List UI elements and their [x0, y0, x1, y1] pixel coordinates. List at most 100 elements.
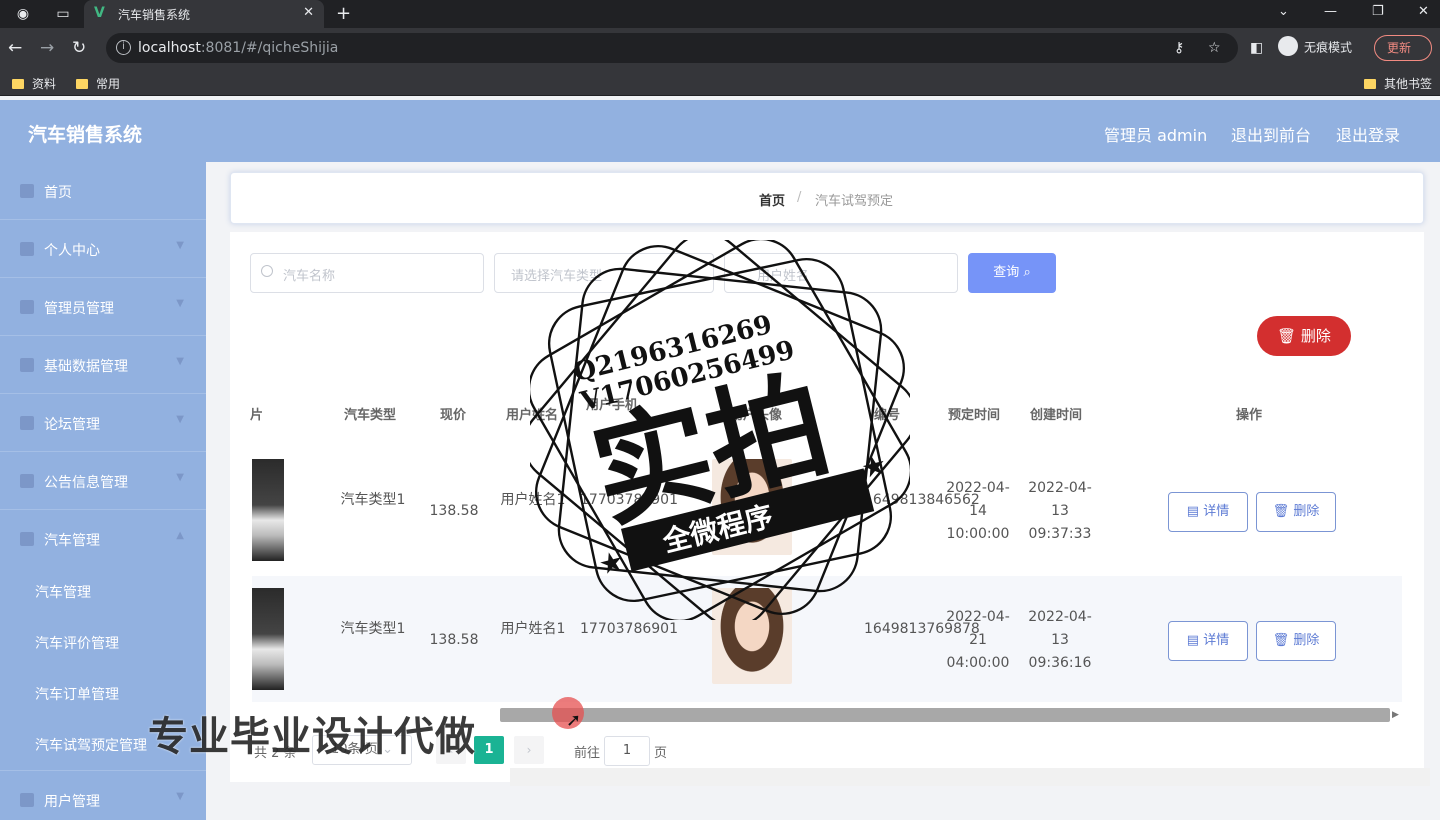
database-icon: [20, 358, 34, 372]
row-delete-label: 删除: [1293, 504, 1320, 519]
sidebar-item-profile[interactable]: 个人中心 ▼: [0, 220, 206, 278]
back-icon[interactable]: ←: [8, 38, 22, 58]
reload-icon[interactable]: ↻: [72, 38, 86, 58]
new-tab-icon[interactable]: +: [336, 3, 351, 24]
batch-delete-button[interactable]: 🗑 删除: [1257, 316, 1351, 356]
logout-link[interactable]: 退出登录: [1336, 122, 1400, 146]
col-header-price: 现价: [440, 408, 467, 423]
col-header-reserve-time: 预定时间: [948, 408, 1001, 423]
scroll-right-icon[interactable]: ▶: [1392, 710, 1399, 720]
cell-user-name: 用户姓名1: [500, 621, 566, 637]
breadcrumb-current: 汽车试驾预定: [815, 194, 894, 209]
sidebar-subitem-car-manage[interactable]: 汽车管理: [0, 566, 206, 616]
bookmark-star-icon[interactable]: ☆: [1208, 40, 1221, 56]
tab-list-icon[interactable]: ⌄: [1278, 4, 1289, 19]
goto-page-input[interactable]: 1: [604, 736, 650, 766]
car-name-search-input[interactable]: 汽车名称: [250, 253, 484, 293]
tab-title: 汽车销售系统: [118, 8, 191, 22]
site-info-icon[interactable]: i: [116, 40, 131, 55]
query-button[interactable]: 查询 ⌕: [968, 253, 1056, 293]
other-bookmarks[interactable]: 其他书签: [1364, 75, 1432, 92]
sidebar-item-notices[interactable]: 公告信息管理 ▼: [0, 452, 206, 510]
cell-create-time: 2022-04-13 09:36:16: [1028, 609, 1092, 671]
detail-button[interactable]: ▤ 详情: [1168, 492, 1248, 532]
car-type-placeholder: 请选择汽车类型: [511, 269, 603, 284]
horizontal-scrollbar-thumb[interactable]: [500, 708, 1390, 722]
mouse-cursor-icon: ➚: [566, 710, 582, 731]
cell-number: 1649813769878: [864, 621, 980, 637]
incognito-indicator[interactable]: 无痕模式: [1278, 36, 1352, 58]
cell-phone: 17703786901: [580, 621, 678, 637]
tab-close-icon[interactable]: ✕: [303, 5, 314, 20]
cell-car-type: 汽车类型1: [340, 621, 406, 637]
url-field[interactable]: i localhost:8081/#/qicheShijia ⚷ ☆: [106, 33, 1238, 63]
sidebar-subitem-car-reviews[interactable]: 汽车评价管理: [0, 617, 206, 667]
page-number-current[interactable]: 1: [474, 736, 504, 764]
search-icon: [261, 265, 273, 277]
sidepanel-icon[interactable]: ◧: [1250, 38, 1263, 58]
sidebar-item-home[interactable]: 首页: [0, 162, 206, 220]
vue-logo-icon: V: [94, 5, 105, 21]
notice-icon: [20, 474, 34, 488]
document-icon: ▤: [1186, 633, 1200, 648]
sidebar-item-cars[interactable]: 汽车管理 ▲: [0, 510, 206, 568]
sidebar-item-forum[interactable]: 论坛管理 ▼: [0, 394, 206, 452]
window-close-icon[interactable]: ✕: [1418, 4, 1429, 19]
row-delete-button[interactable]: 🗑 删除: [1256, 621, 1336, 661]
breadcrumb-separator: /: [797, 190, 802, 205]
sidebar-item-basic-data[interactable]: 基础数据管理 ▼: [0, 336, 206, 394]
sidebar-item-users[interactable]: 用户管理 ▼: [0, 770, 206, 820]
folder-icon: [76, 79, 88, 89]
browser-tabbar: ◉ ▭ V 汽车销售系统 ✕ + ⌄ — ❐ ✕: [0, 0, 1440, 28]
cell-price: 138.58: [429, 503, 479, 519]
exit-to-front-link[interactable]: 退出到前台: [1231, 122, 1311, 146]
cell-price: 138.58: [429, 632, 479, 648]
address-bar: ← → ↻ i localhost:8081/#/qicheShijia ⚷ ☆…: [0, 28, 1440, 68]
row-delete-button[interactable]: 🗑 删除: [1256, 492, 1336, 532]
content-card: 汽车名称 请选择汽车类型 用户姓名 查询 ⌕ 🗑 删除 片 汽车类型 现价 用户…: [230, 232, 1430, 786]
col-header-number: 编号: [874, 408, 901, 423]
bookmark-folder-changyong[interactable]: 常用: [76, 75, 120, 92]
document-icon: ▤: [1186, 504, 1200, 519]
user-icon: [20, 242, 34, 256]
url-text: localhost:8081/#/qicheShijia: [138, 40, 339, 56]
browser-tab[interactable]: V 汽车销售系统 ✕: [84, 0, 324, 28]
user-name-placeholder: 用户姓名: [757, 269, 810, 284]
car-image: [252, 459, 284, 561]
folder-icon: [12, 79, 24, 89]
bookmark-folder-ziliao[interactable]: 资料: [12, 75, 56, 92]
breadcrumb-home[interactable]: 首页: [759, 190, 785, 209]
horizontal-scrollbar-track[interactable]: [510, 768, 1430, 786]
sidebar-item-label: 汽车管理: [44, 533, 100, 549]
globe-icon[interactable]: ◉: [14, 5, 32, 23]
cell-car-type: 汽车类型1: [340, 492, 406, 508]
chevron-down-icon: ▼: [176, 356, 184, 367]
user-name-search-input[interactable]: 用户姓名: [724, 253, 958, 293]
home-icon: [20, 184, 34, 198]
chevron-down-icon: ▼: [176, 414, 184, 425]
search-icon: ⌕: [1023, 265, 1031, 280]
incognito-icon: [1278, 36, 1298, 56]
col-header-user-name: 用户姓名: [506, 408, 559, 423]
trash-icon: 🗑: [1272, 504, 1290, 519]
sidebar-item-admins[interactable]: 管理员管理 ▼: [0, 278, 206, 336]
goto-label: 前往: [574, 746, 601, 761]
update-button[interactable]: 更新: [1374, 35, 1432, 61]
car-type-select[interactable]: 请选择汽车类型: [494, 253, 714, 293]
breadcrumb: 首页 / 汽车试驾预定: [230, 172, 1424, 224]
key-icon[interactable]: ⚷: [1174, 40, 1184, 56]
app-header: 汽车销售系统 管理员 admin 退出到前台 退出登录: [0, 100, 1440, 162]
sidebar-subitem-label: 汽车试驾预定管理: [35, 738, 147, 754]
cell-phone: 17703786901: [580, 492, 678, 508]
minimize-icon[interactable]: —: [1324, 4, 1337, 19]
sidebar-item-label: 基础数据管理: [44, 359, 128, 375]
page-unit-label: 页: [654, 746, 668, 761]
detail-button[interactable]: ▤ 详情: [1168, 621, 1248, 661]
cell-number: 1649813846562: [864, 492, 980, 508]
car-icon: [20, 532, 34, 546]
next-page-button[interactable]: ›: [514, 736, 544, 764]
forward-icon[interactable]: →: [40, 38, 54, 58]
tab-search-icon[interactable]: ▭: [54, 5, 72, 23]
restore-icon[interactable]: ❐: [1372, 4, 1384, 19]
detail-label: 详情: [1203, 504, 1230, 519]
